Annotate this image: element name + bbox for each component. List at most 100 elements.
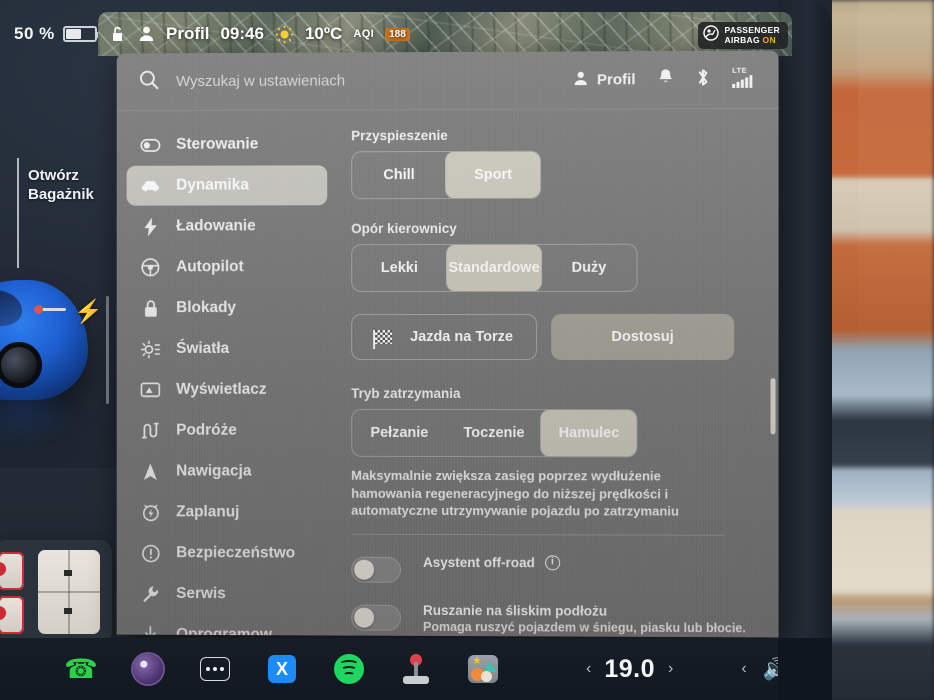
bench-headrest-gap-top [64, 570, 72, 576]
sidebar-item-serwis[interactable]: Serwis [127, 574, 328, 615]
slippery-start-toggle[interactable] [351, 604, 402, 631]
open-trunk-label[interactable]: Otwórz Bagażnik [28, 166, 94, 204]
offroad-assist-toggle[interactable] [351, 556, 402, 583]
taskbar-apps: ☎ Χ ★ [0, 652, 500, 686]
stopping-mode-option-hamulec[interactable]: Hamulec [541, 410, 637, 457]
acceleration-option-sport[interactable]: Sport [446, 151, 541, 198]
seat-heater-widget[interactable] [0, 540, 112, 644]
network-type-label: LTE [732, 65, 748, 75]
stopping-mode-option-toczenie[interactable]: Toczenie [447, 410, 542, 456]
temperature-value[interactable]: 19.0 [604, 655, 655, 684]
airbag-line1: PASSENGER [724, 24, 780, 35]
chevron-left-icon[interactable]: ‹ [586, 660, 591, 678]
aqi-value-badge: 188 [385, 27, 410, 41]
settings-body: Sterowanie Dynamika Ładowanie Autopilot … [117, 109, 779, 638]
vertical-divider [106, 296, 109, 404]
steering-segmented-control: Lekki Standardowe Duży [351, 243, 638, 293]
slippery-start-text: Ruszanie na śliskim podłożu Pomaga ruszy… [423, 603, 746, 635]
sun-icon [275, 25, 294, 44]
customize-button[interactable]: Dostosuj [551, 313, 735, 361]
offroad-assist-title-row: Asystent off-road i [423, 554, 560, 571]
sidebar-item-blokady[interactable]: Blokady [127, 288, 328, 328]
bluetooth-icon[interactable] [696, 67, 710, 91]
chevron-right-icon[interactable]: › [668, 660, 673, 678]
settings-content: Przyspieszenie Chill Sport Opór kierowni… [337, 109, 778, 638]
track-mode-button[interactable]: Jazda na Torze [351, 313, 538, 361]
temperature-label: 10ºC [304, 24, 343, 43]
arcade-app-icon[interactable] [399, 652, 433, 686]
settings-panel: Profil LTE [116, 50, 779, 638]
headlight-icon [140, 340, 160, 359]
climate-control: ‹ 19.0 › [586, 655, 673, 684]
screenshot-root: 50 % Otwórz Bagażnik ⚡ Profil 09:46 10ºC… [0, 0, 934, 700]
open-trunk-label-line1: Otwórz [28, 167, 79, 184]
clock-label: 09:46 [220, 24, 264, 43]
stopping-mode-option-pelzanie[interactable]: Pełzanie [352, 410, 447, 456]
lightning-bolt-icon[interactable]: ⚡ [74, 300, 103, 323]
checkered-flag-icon [375, 330, 393, 344]
sidebar-item-sterowanie[interactable]: Sterowanie [127, 124, 328, 164]
more-apps-icon[interactable] [198, 652, 232, 686]
search-bar[interactable] [117, 67, 573, 95]
sidebar-item-label: Sterowanie [176, 135, 259, 153]
sidebar-item-wyswietlacz[interactable]: Wyświetlacz [127, 370, 328, 410]
sidebar-item-label: Światła [176, 340, 230, 357]
search-input[interactable] [176, 71, 506, 91]
bell-icon[interactable] [658, 68, 674, 91]
sidebar-item-nawigacja[interactable]: Nawigacja [127, 451, 328, 491]
phone-app-icon[interactable]: ☎ [64, 652, 98, 686]
header-actions: Profil LTE [573, 66, 779, 94]
bench-divider-horizontal [38, 591, 100, 593]
sidebar-item-zaplanuj[interactable]: Zaplanuj [127, 492, 328, 532]
header-profile-label: Profil [596, 71, 636, 89]
airbag-state: ON [762, 34, 776, 45]
stopping-mode-description: Maksymalnie zwiększa zasięg poprzez wydł… [351, 467, 679, 519]
lock-icon [140, 299, 160, 318]
display-icon [140, 382, 160, 398]
acceleration-segmented-control: Chill Sport [351, 150, 542, 200]
sidebar-item-bezpieczenstwo[interactable]: Bezpieczeństwo [127, 533, 328, 573]
vehicle-visualization-panel: 50 % Otwórz Bagażnik ⚡ [0, 8, 128, 648]
sidebar-item-dynamika[interactable]: Dynamika [126, 165, 328, 206]
steering-option-standardowe[interactable]: Standardowe [446, 244, 542, 291]
sidebar-item-ladowanie[interactable]: Ładowanie [127, 206, 328, 246]
steering-wheel-icon [140, 257, 160, 277]
sidebar-item-oprogramowanie[interactable]: Oprogramow. [127, 615, 328, 638]
content-scrollbar-thumb[interactable] [770, 378, 776, 435]
person-icon[interactable] [138, 25, 155, 43]
slippery-start-row: Ruszanie na śliskim podłożu Pomaga ruszy… [351, 602, 752, 635]
airbag-line2: AIRBAG [724, 34, 760, 45]
sidebar-item-label: Blokady [176, 299, 237, 317]
stopping-mode-segmented-control: Pełzanie Toczenie Hamulec [351, 408, 638, 458]
wrench-icon [140, 584, 160, 603]
content-divider [351, 533, 725, 536]
sidebar-item-podroze[interactable]: Podróże [127, 411, 328, 451]
profile-name-label[interactable]: Profil [166, 24, 209, 44]
battery-percent-label: 50 % [14, 24, 55, 43]
sidebar-item-swiatla[interactable]: Światła [127, 329, 328, 369]
steering-option-lekki[interactable]: Lekki [352, 245, 447, 291]
toggle-knob [354, 559, 375, 580]
offroad-assist-text: Asystent off-road i [423, 554, 560, 571]
steering-option-duzy[interactable]: Duży [541, 245, 636, 291]
header-profile-button[interactable]: Profil [573, 70, 636, 90]
sidebar-item-label: Serwis [176, 585, 226, 603]
gallery-app-icon[interactable]: ★ [466, 652, 500, 686]
unlock-icon[interactable] [110, 25, 127, 43]
toggle-switch-icon [140, 138, 161, 152]
spotify-app-icon[interactable] [332, 652, 366, 686]
camera-app-icon[interactable] [131, 652, 165, 686]
chevron-left-icon[interactable]: ‹ [741, 660, 746, 678]
sidebar-item-autopilot[interactable]: Autopilot [127, 247, 328, 287]
taskbar: ☎ Χ ★ ‹ 19.0 › ‹ 🔊 › [0, 638, 832, 700]
sidebar-item-label: Zaplanuj [176, 503, 240, 521]
battery-indicator: 50 % [14, 24, 100, 44]
acceleration-option-chill[interactable]: Chill [352, 152, 446, 198]
offroad-assist-label: Asystent off-road [423, 554, 535, 570]
info-circle-icon[interactable]: i [544, 554, 560, 571]
passenger-airbag-indicator: PASSENGER AIRBAG ON [697, 22, 788, 49]
lightning-bolt-icon [140, 217, 160, 236]
bluetooth-app-icon[interactable]: Χ [265, 652, 299, 686]
settings-sidebar: Sterowanie Dynamika Ładowanie Autopilot … [117, 110, 337, 638]
track-mode-row: Jazda na Torze Dostosuj [351, 313, 752, 361]
